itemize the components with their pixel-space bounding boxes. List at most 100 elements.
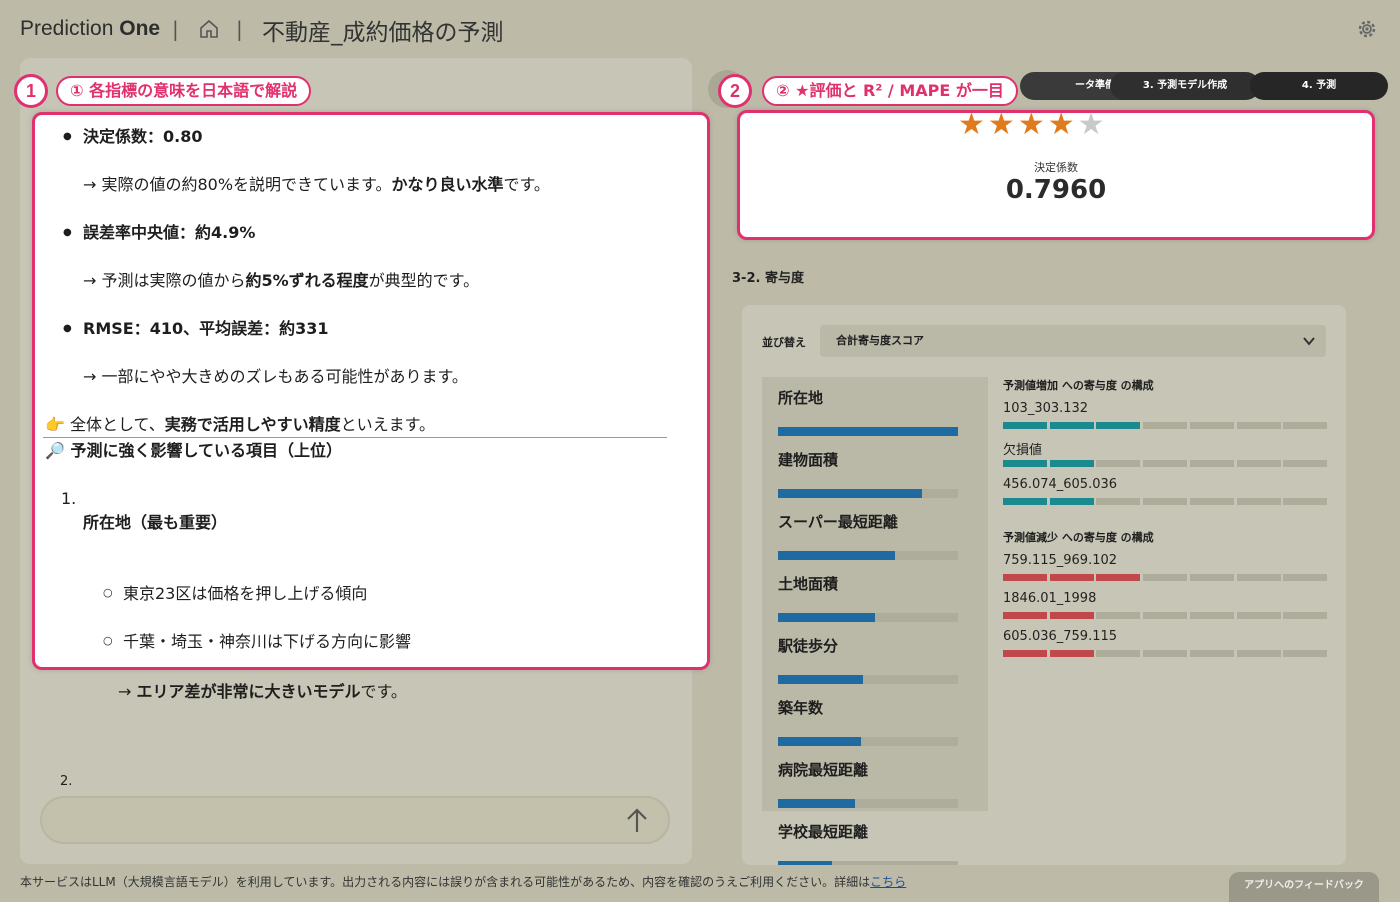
summary-line: 👉 全体として、実務で活用しやすい精度といえます。 — [45, 415, 435, 434]
callout-badge-2: 2 — [718, 74, 752, 108]
bar-segment — [1283, 422, 1328, 429]
sub-item: 東京23区は価格を押し上げる傾向 — [103, 582, 367, 606]
increase-bar — [1003, 422, 1328, 429]
bar-segment — [1283, 460, 1328, 467]
decrease-bar — [1003, 650, 1328, 657]
bar-segment — [1003, 422, 1047, 429]
bar-segment — [1143, 612, 1188, 619]
feature-name: 学校最短距離 — [778, 823, 869, 841]
app-logo[interactable]: Prediction One — [20, 17, 160, 41]
increase-label: 103_303.132 — [1003, 401, 1089, 416]
next-ordered-num: 2. — [60, 774, 73, 789]
bar-segment — [1003, 460, 1047, 467]
header-separator: | — [236, 17, 243, 41]
bar-segment — [1096, 422, 1141, 429]
feature-item[interactable]: 建物面積 — [778, 449, 958, 498]
header-separator: | — [172, 17, 179, 41]
increase-bar — [1003, 460, 1328, 467]
gear-icon[interactable] — [1356, 18, 1378, 40]
metric-r2-explanation: → 実際の値の約80%を説明できています。かなり良い水準です。 — [83, 175, 550, 194]
bar-segment — [1096, 460, 1141, 467]
sub-item: 千葉・埼玉・神奈川は下げる方向に影響 — [103, 630, 411, 654]
bar-segment — [1003, 574, 1047, 581]
decrease-item: 759.115_969.102 — [1003, 553, 1328, 581]
metric-r2-item: 決定係数：0.80 — [63, 125, 203, 149]
ordered-num: 1. — [61, 489, 77, 508]
increase-label: 456.074_605.036 — [1003, 477, 1118, 492]
metric-mape-explanation: → 予測は実際の値から約5%ずれる程度が典型的です。 — [83, 271, 480, 290]
feature-item[interactable]: 病院最短距離 — [778, 759, 958, 808]
magnifier-icon: 🔎 — [45, 441, 65, 460]
contribution-panel: 並び替え 合計寄与度スコア 所在地建物面積スーパー最短距離 土地面積駅徒歩分築年数… — [742, 305, 1346, 865]
feature-name: 病院最短距離 — [778, 761, 869, 779]
bar-segment — [1049, 574, 1094, 581]
bar-segment — [1283, 650, 1328, 657]
star-filled-icon: ★ — [1047, 107, 1078, 142]
feature-name: 所在地 — [778, 389, 824, 407]
star-filled-icon: ★ — [958, 107, 988, 142]
bar-segment — [1236, 574, 1281, 581]
feature-name: 土地面積 — [778, 575, 839, 593]
home-icon[interactable] — [198, 18, 220, 40]
send-arrow-icon[interactable] — [624, 806, 650, 836]
star-filled-icon: ★ — [1017, 107, 1048, 142]
feedback-button[interactable]: アプリへのフィードバック — [1229, 872, 1379, 902]
feature-bar — [778, 861, 832, 865]
decrease-breakdown: 予測値減少 への寄与度 の構成 759.115_969.102 1846.01_1… — [1003, 529, 1328, 657]
score-value: 0.7960 — [1005, 175, 1107, 205]
score-callout: ★★★★★ 決定係数 0.7960 — [737, 107, 1375, 240]
bar-segment — [1236, 422, 1281, 429]
bar-segment — [1143, 574, 1188, 581]
step-model[interactable]: 3. 予測モデル作成 — [1110, 72, 1260, 100]
star-filled-icon: ★ — [987, 107, 1018, 142]
sort-select[interactable]: 合計寄与度スコア — [820, 325, 1326, 357]
chat-input[interactable] — [40, 796, 670, 844]
bar-segment — [1189, 650, 1234, 657]
decrease-label: 1846.01_1998 — [1003, 591, 1097, 606]
feature-bar — [778, 613, 876, 622]
brand-light: Prediction — [20, 17, 114, 40]
feature-bar — [778, 799, 856, 808]
bar-segment — [1189, 422, 1234, 429]
feature-item[interactable]: スーパー最短距離 — [778, 511, 958, 560]
feature-item[interactable]: 土地面積 — [778, 573, 958, 622]
below-fold-bold: エリア差が非常に大きいモデル — [136, 682, 361, 701]
decrease-title: 予測値減少 への寄与度 の構成 — [1003, 531, 1154, 544]
decrease-bar — [1003, 574, 1328, 581]
contribution-section-title: 3-2. 寄与度 — [732, 271, 804, 286]
bar-segment — [1283, 574, 1328, 581]
feature-bar — [778, 489, 922, 498]
feature-bar — [778, 675, 863, 684]
feature-item[interactable]: 駅徒歩分 — [778, 635, 958, 684]
metrics-explanation-callout: 決定係数：0.80 → 実際の値の約80%を説明できています。かなり良い水準です… — [32, 112, 710, 670]
bar-segment — [1189, 460, 1234, 467]
bar-segment — [1283, 612, 1328, 619]
chevron-down-icon — [1303, 337, 1315, 346]
bar-segment — [1003, 650, 1047, 657]
star-empty-icon: ★ — [1077, 107, 1108, 142]
bar-segment — [1236, 460, 1281, 467]
feature-name: 築年数 — [778, 699, 824, 717]
feature-name: 駅徒歩分 — [778, 637, 839, 655]
feature-list: 所在地建物面積スーパー最短距離 土地面積駅徒歩分築年数病院最短距離 学校最短距離 — [762, 377, 988, 865]
bar-segment — [1189, 498, 1234, 505]
feature-name: スーパー最短距離 — [778, 513, 898, 531]
app-header: Prediction One | | 不動産_成約価格の予測 — [0, 0, 1400, 58]
feature-item[interactable]: 学校最短距離 — [778, 821, 958, 865]
feature-item[interactable]: 築年数 — [778, 697, 958, 746]
callout-label-2: ② ★評価と R² / MAPE が一目 — [762, 76, 1018, 106]
increase-item: 103_303.132 — [1003, 401, 1328, 429]
score-label: 決定係数 — [1034, 161, 1078, 174]
bar-segment — [1049, 650, 1094, 657]
decrease-item: 605.036_759.115 — [1003, 629, 1328, 657]
increase-title: 予測値増加 への寄与度 の構成 — [1003, 379, 1154, 392]
bar-segment — [1003, 612, 1047, 619]
bar-segment — [1143, 422, 1188, 429]
step-predict[interactable]: 4. 予測 — [1250, 72, 1388, 100]
feature-name: 建物面積 — [778, 451, 839, 469]
ordered-title: 所在地（最も重要） — [83, 513, 228, 532]
sort-label: 並び替え — [762, 336, 806, 349]
increase-item: 456.074_605.036 — [1003, 477, 1328, 505]
footer-link[interactable]: こちら — [870, 875, 906, 889]
feature-item[interactable]: 所在地 — [778, 387, 958, 436]
